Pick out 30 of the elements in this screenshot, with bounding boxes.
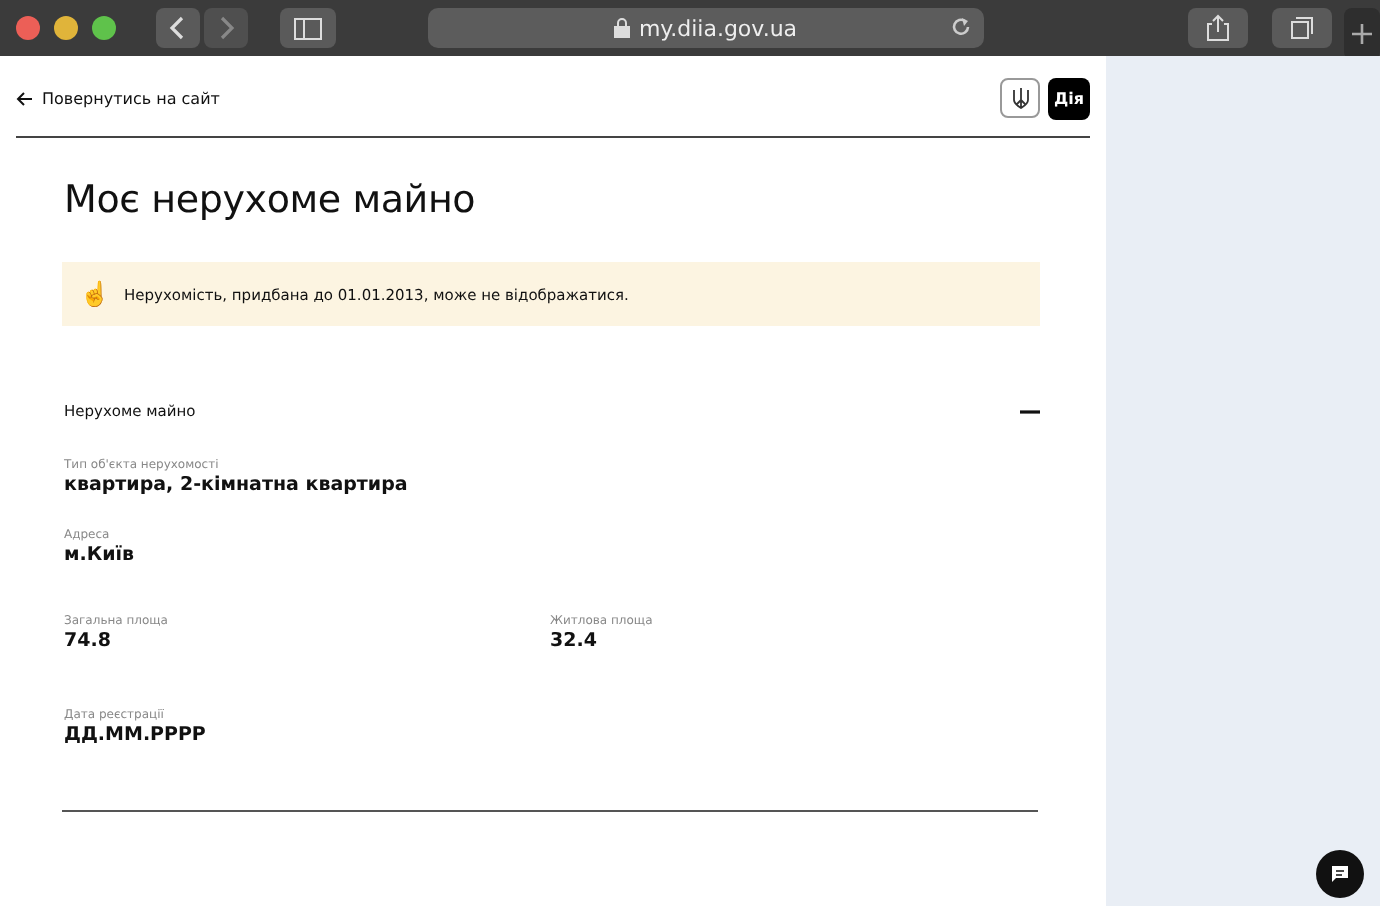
tabs-button[interactable] (1272, 8, 1332, 48)
url-text: my.diia.gov.ua (638, 15, 798, 41)
sidebar-button[interactable] (280, 8, 336, 48)
page-title: Моє нерухоме майно (64, 178, 478, 222)
chevron-right-icon (216, 16, 236, 40)
new-tab-button[interactable] (1344, 8, 1380, 60)
share-button[interactable] (1188, 8, 1248, 48)
reload-icon[interactable] (950, 16, 972, 38)
minimize-icon[interactable] (54, 16, 78, 40)
field-value: 74.8 (64, 630, 113, 652)
chevron-left-icon (168, 16, 188, 40)
share-icon (1206, 14, 1230, 42)
plus-icon (1352, 24, 1372, 44)
arrow-left-icon (16, 91, 32, 105)
back-button[interactable] (156, 8, 200, 48)
field-value: м.Київ (64, 544, 137, 566)
diia-logo[interactable]: Дія (1048, 77, 1090, 119)
chat-button[interactable] (1316, 850, 1364, 898)
field-value: квартира, 2-кімнатна квартира (64, 474, 410, 496)
address-bar[interactable]: my.diia.gov.ua (428, 8, 984, 48)
zoom-icon[interactable] (92, 16, 116, 40)
close-icon[interactable] (16, 16, 40, 40)
trident-icon[interactable] (1000, 77, 1040, 117)
sidebar-icon (294, 17, 322, 39)
lock-icon (614, 18, 631, 38)
tabs-icon (1290, 16, 1314, 40)
field-value: ДД.ММ.РРРР (64, 724, 208, 746)
field-value: 32.4 (550, 630, 599, 652)
chat-icon (1330, 864, 1350, 884)
notice-emoji: ☝ (80, 282, 110, 306)
